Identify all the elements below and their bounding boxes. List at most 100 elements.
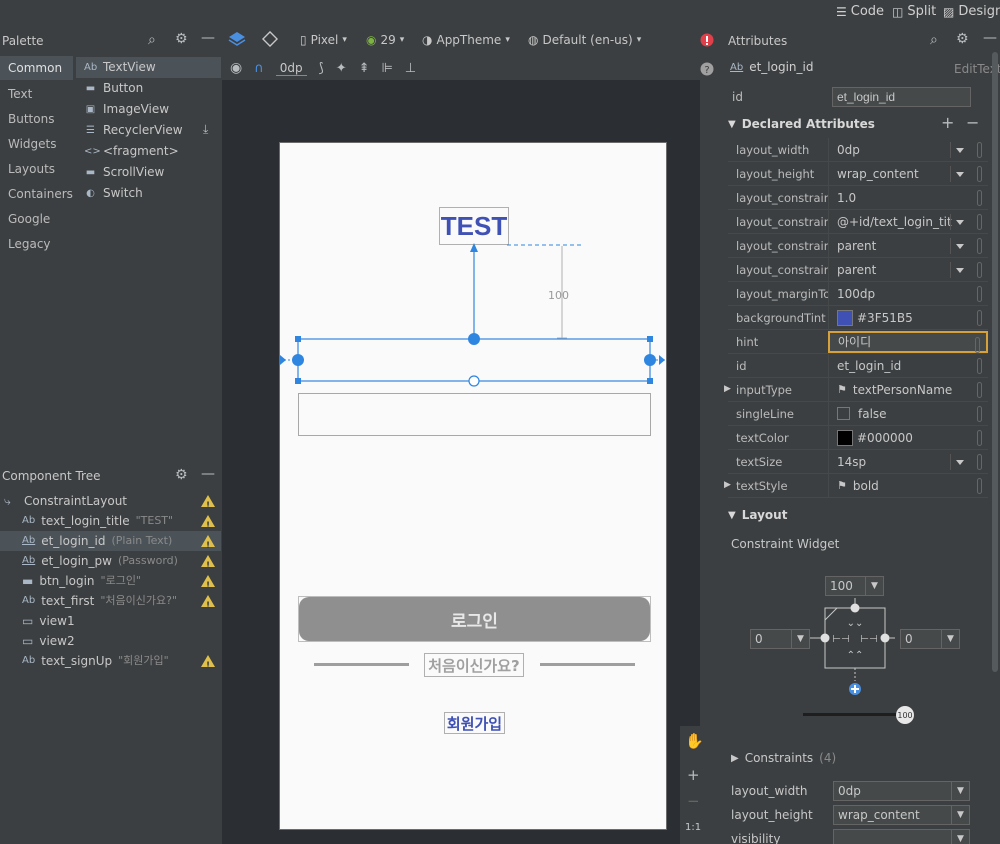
palette-category-common[interactable]: Common (0, 56, 73, 80)
attribute-row[interactable]: layout_width 0dp (728, 137, 988, 162)
attribute-row[interactable]: id et_login_id (728, 353, 988, 378)
constraint-widget-diagram[interactable]: ⊢⊣ ⊢⊣ ⌄⌄ ⌃⌃ (805, 596, 895, 701)
locale-selector[interactable]: ◍ Default (en-us) ▾ (528, 33, 641, 47)
zoom-ratio[interactable]: 1:1 (685, 822, 701, 833)
add-attribute-icon[interactable]: + (941, 113, 954, 132)
attribute-row[interactable]: textStyle ⚑ bold (728, 473, 988, 498)
preview-login-button[interactable]: 로그인 (299, 597, 650, 641)
warning-icon[interactable] (201, 515, 215, 536)
search-icon[interactable]: ⌕ (148, 32, 156, 48)
chevron-down-icon[interactable] (950, 213, 966, 230)
palette-category-containers[interactable]: Containers (0, 182, 73, 206)
attribute-value[interactable]: 100dp (828, 281, 988, 306)
attribute-value[interactable]: false (828, 401, 988, 426)
chevron-down-icon[interactable] (950, 165, 966, 182)
attribute-value[interactable]: @+id/text_login_tit (828, 209, 988, 234)
tree-item-text-first[interactable]: Ab text_first "처음이신가요?" (0, 591, 221, 616)
warning-icon[interactable] (201, 555, 215, 576)
tree-gear-icon[interactable]: ⚙ (175, 467, 188, 483)
palette-item-recyclerview[interactable]: ☰ RecyclerView (84, 120, 183, 141)
resource-picker-icon[interactable] (977, 309, 982, 326)
tree-item-view2[interactable]: ▭ view2 (0, 631, 221, 651)
bottom-layout-width-dropdown[interactable]: 0dp ▼ (833, 781, 970, 801)
palette-category-text[interactable]: Text (0, 82, 73, 106)
design-mode-button[interactable]: ▨ Design (943, 4, 1000, 19)
attribute-value[interactable]: et_login_id (828, 353, 988, 378)
tree-item-btn-login[interactable]: ▬ btn_login "로그인" (0, 571, 221, 596)
resource-picker-icon[interactable] (977, 357, 982, 374)
attribute-value[interactable]: parent (828, 233, 988, 258)
id-input[interactable] (832, 87, 971, 107)
attribute-row[interactable]: textSize 14sp (728, 449, 988, 474)
attribute-row[interactable]: layout_constrain... 1.0 (728, 185, 988, 210)
magnet-icon[interactable]: ∩ (254, 61, 264, 76)
pan-hand-icon[interactable]: ✋ (685, 732, 704, 750)
tree-item-text-signup[interactable]: Ab text_signUp "회원가입" (0, 651, 221, 676)
palette-item-textview[interactable]: Ab TextView (76, 57, 221, 78)
tree-item-text-login-title[interactable]: Ab text_login_title "TEST" (0, 511, 221, 536)
zoom-in-icon[interactable]: + (687, 766, 700, 784)
declared-attributes-header[interactable]: ▼ Declared Attributes (728, 117, 875, 131)
attribute-row[interactable]: hint 아이디 (728, 330, 988, 354)
palette-category-buttons[interactable]: Buttons (0, 107, 73, 131)
attribute-row[interactable]: inputType ⚑ textPersonName (728, 377, 988, 402)
palette-item-imageview[interactable]: ▣ ImageView (84, 99, 169, 120)
attribute-row[interactable]: layout_constrain... parent (728, 233, 988, 258)
layout-section-header[interactable]: ▼ Layout (728, 508, 787, 522)
chevron-down-icon[interactable] (950, 261, 966, 278)
chevron-down-icon[interactable] (950, 453, 966, 470)
orientation-button[interactable] (261, 30, 279, 50)
resource-picker-icon[interactable] (977, 261, 982, 278)
warning-icon[interactable] (201, 655, 215, 676)
resource-picker-icon[interactable] (975, 336, 980, 353)
preview-first-text[interactable]: 처음이신가요? (424, 653, 524, 677)
margin-right-dropdown[interactable]: 0 ▼ (900, 629, 960, 649)
attribute-row[interactable]: backgroundTint #3F51B5 (728, 305, 988, 330)
attributes-gear-icon[interactable]: ⚙ (956, 31, 969, 47)
attribute-value[interactable]: 14sp (828, 449, 988, 474)
bias-slider-track[interactable] (803, 713, 903, 716)
chevron-down-icon[interactable] (950, 237, 966, 254)
guidelines-icon[interactable]: ⊥ (405, 61, 416, 76)
attribute-row[interactable]: layout_marginTo... 100dp (728, 281, 988, 306)
chevron-down-icon[interactable] (950, 141, 966, 158)
attribute-row[interactable]: layout_constrain... @+id/text_login_tit (728, 209, 988, 234)
zoom-out-icon[interactable]: − (687, 792, 700, 810)
color-swatch[interactable] (837, 429, 853, 446)
error-icon[interactable] (700, 33, 714, 47)
resource-picker-icon[interactable] (977, 405, 982, 422)
attribute-row[interactable]: textColor #000000 (728, 425, 988, 450)
palette-item-scrollview[interactable]: ▬ ScrollView (84, 162, 165, 183)
attribute-value[interactable]: 아이디 (828, 330, 988, 353)
api-selector[interactable]: ◉ 29 ▾ (366, 33, 404, 47)
attribute-value[interactable]: ⚑ textPersonName (828, 377, 988, 402)
tree-item-et-login-id[interactable]: Ab et_login_id (Plain Text) (0, 531, 221, 556)
resource-picker-icon[interactable] (977, 453, 982, 470)
constraints-section-header[interactable]: ▶ Constraints (4) (731, 751, 836, 765)
attributes-search-icon[interactable]: ⌕ (930, 32, 938, 48)
resource-picker-icon[interactable] (977, 477, 982, 494)
bottom-layout-height-dropdown[interactable]: wrap_content ▼ (833, 805, 970, 825)
gear-icon[interactable]: ⚙ (175, 31, 188, 47)
palette-category-legacy[interactable]: Legacy (0, 232, 73, 256)
attributes-scrollbar[interactable] (992, 52, 998, 672)
chevron-right-icon[interactable]: ▶ (724, 384, 731, 394)
resource-picker-icon[interactable] (977, 381, 982, 398)
attribute-value[interactable]: #3F51B5 (828, 305, 988, 330)
resource-picker-icon[interactable] (977, 237, 982, 254)
palette-item-switch[interactable]: ◐ Switch (84, 183, 143, 204)
tree-item-constraintlayout[interactable]: ⤷ ConstraintLayout (0, 491, 221, 516)
resource-picker-icon[interactable] (977, 165, 982, 182)
chevron-right-icon[interactable]: ▶ (724, 480, 731, 490)
minimize-icon[interactable]: — (201, 30, 215, 46)
align-icon[interactable]: ⊫ (382, 61, 393, 76)
attribute-row[interactable]: layout_constrain... parent (728, 257, 988, 282)
attribute-row[interactable]: singleLine false (728, 401, 988, 426)
download-icon[interactable]: ⤓ (203, 122, 208, 137)
remove-attribute-icon[interactable]: − (966, 113, 979, 132)
margin-left-dropdown[interactable]: 0 ▼ (750, 629, 810, 649)
tree-item-view1[interactable]: ▭ view1 (0, 611, 221, 631)
bias-slider-thumb[interactable]: 100 (896, 706, 914, 724)
resource-picker-icon[interactable] (977, 141, 982, 158)
warning-icon[interactable] (201, 595, 215, 616)
